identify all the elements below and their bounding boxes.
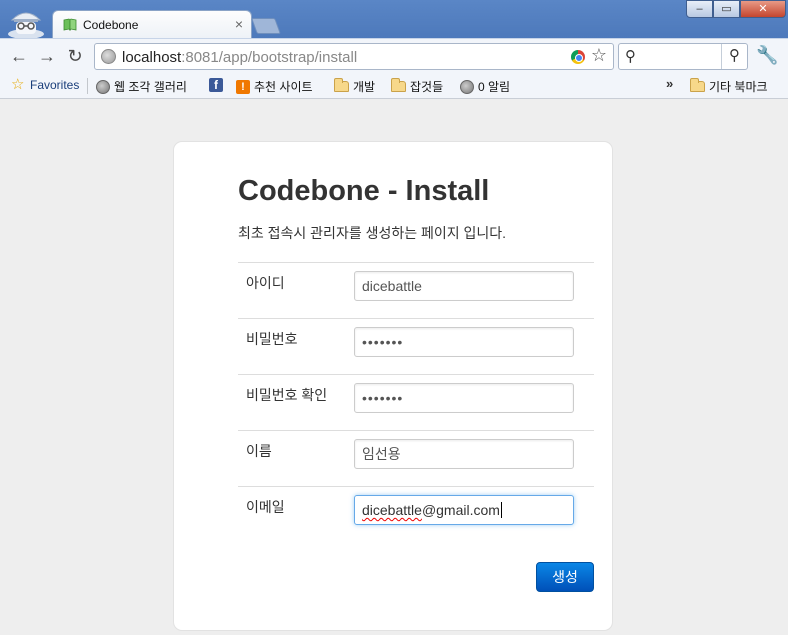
bookmark-label: 0 알림 [478,80,511,94]
name-label: 이름 [246,443,272,459]
form-row-email: 이메일 dicebattle @gmail.com [238,486,594,542]
globe-icon [460,79,474,94]
email-label: 이메일 [246,499,285,515]
bookmark-label: 추천 사이트 [254,80,313,94]
globe-icon [96,79,110,94]
browser-titlebar: Codebone × – ▭ ✕ [0,0,788,38]
bookmark-folder-misc[interactable]: 잡것들 [391,78,443,95]
minimize-button[interactable]: – [686,0,713,18]
bookmark-other-bookmarks[interactable]: 기타 북마크 [690,78,768,95]
reload-button[interactable]: ↻ [64,46,86,68]
url-host: localhost [122,49,182,66]
book-icon [63,18,77,31]
bookmark-star-icon[interactable]: ☆ [591,45,607,66]
page-info-icon[interactable] [101,49,116,64]
wrench-menu-icon[interactable]: 🔧 [756,45,778,66]
chrome-extension-icon[interactable] [571,50,585,64]
search-button[interactable]: ⚲ [721,44,747,69]
close-window-button[interactable]: ✕ [740,0,786,18]
bookmark-label: 개발 [353,80,376,94]
password-input[interactable] [354,327,574,357]
form-row-password-confirm: 비밀번호 확인 [238,374,594,430]
form-row-name: 이름 [238,430,594,486]
bookmark-label: 웹 조각 갤러리 [114,80,187,94]
email-input[interactable]: dicebattle @gmail.com [354,495,574,525]
window-controls: – ▭ ✕ [686,0,786,18]
bookmark-notifications[interactable]: 0 알림 [460,78,510,95]
username-input[interactable] [354,271,574,301]
address-url[interactable]: localhost:8081/app/bootstrap/install [122,49,357,66]
bookmark-folder-dev[interactable]: 개발 [334,78,375,95]
name-input[interactable] [354,439,574,469]
search-engine-icon[interactable]: ⚲ [625,47,636,65]
address-bar[interactable]: localhost:8081/app/bootstrap/install ☆ [94,43,614,70]
create-button[interactable]: 생성 [536,562,594,592]
back-button[interactable]: ← [8,46,30,68]
folder-icon [690,78,705,92]
browser-tab[interactable]: Codebone × [52,10,252,38]
bookmark-suggested-sites[interactable]: ! 추천 사이트 [236,78,313,95]
install-form: Codebone - Install 최초 접속시 관리자를 생성하는 페이지 … [173,141,613,631]
password-label: 비밀번호 [246,331,298,347]
form-row-password: 비밀번호 [238,318,594,374]
username-label: 아이디 [246,275,285,291]
incognito-icon [8,12,44,38]
email-value-domain: @gmail.com [421,502,500,518]
password-confirm-label: 비밀번호 확인 [246,387,328,403]
page-viewport: Codebone - Install 최초 접속시 관리자를 생성하는 페이지 … [0,99,788,635]
url-path: :8081/app/bootstrap/install [181,49,358,66]
password-confirm-input[interactable] [354,383,574,413]
page-title: Codebone - Install [238,175,490,207]
folder-icon [391,78,406,92]
bookmark-favorites[interactable]: ☆ Favorites [11,76,80,93]
bookmark-label: Favorites [30,78,80,92]
new-tab-button[interactable] [251,18,281,34]
bookmarks-bar: ☆ Favorites 웹 조각 갤러리 f ! 추천 사이트 개발 잡것들 0… [0,73,788,99]
email-value-misspelled: dicebattle [362,502,422,518]
search-box[interactable]: ⚲ ⚲ [618,43,748,70]
tab-close-icon[interactable]: × [235,16,243,32]
browser-toolbar: ← → ↻ localhost:8081/app/bootstrap/insta… [0,38,788,73]
text-cursor [500,502,502,518]
bookmarks-overflow-chevron-icon[interactable]: » [666,76,673,91]
bookmark-label: 기타 북마크 [709,80,768,94]
suggested-sites-icon: ! [236,79,250,94]
facebook-icon: f [209,78,223,92]
bookmarks-separator [87,78,88,94]
bookmark-label: 잡것들 [410,80,444,94]
maximize-button[interactable]: ▭ [713,0,740,18]
bookmark-web-slice-gallery[interactable]: 웹 조각 갤러리 [96,78,187,95]
folder-icon [334,78,349,92]
tab-title: Codebone [83,18,139,32]
bookmark-facebook[interactable]: f [209,78,223,92]
page-description: 최초 접속시 관리자를 생성하는 페이지 입니다. [238,225,507,241]
form-row-username: 아이디 [238,262,594,318]
star-icon: ☆ [11,76,25,93]
forward-button[interactable]: → [36,46,58,68]
